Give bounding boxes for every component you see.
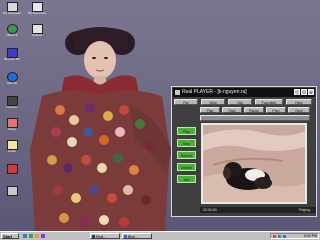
toolbar-button-view[interactable]: View (201, 99, 225, 105)
desktop-icon-setup[interactable]: Setup (3, 118, 21, 131)
tray-network-icon[interactable] (278, 235, 281, 238)
minimize-button[interactable]: _ (294, 89, 300, 95)
desktop-icon-label: Folder (7, 150, 17, 153)
task-window-icon (124, 235, 127, 238)
desktop-icon-internet[interactable]: Internet (3, 72, 21, 85)
player-app-icon (175, 90, 180, 95)
mail-icon (31, 24, 43, 34)
desktop-icon-folder[interactable]: Folder (3, 140, 21, 153)
status-text: Playing... (298, 208, 313, 212)
player-toolbar: File View Clip Favorites Help Play Stop … (174, 99, 314, 121)
desktop-icon-label: Outlook (31, 34, 43, 37)
video-display[interactable] (201, 123, 307, 204)
globe-icon (6, 72, 18, 82)
quicklaunch-channel-icon[interactable] (41, 234, 45, 238)
desktop-icon-network[interactable]: Network (3, 24, 21, 37)
desktop-icon-label: Network (6, 34, 18, 37)
document-icon (31, 2, 43, 12)
side-button-info[interactable]: Info (177, 175, 196, 183)
toolbar-button-pause[interactable]: Pause (244, 107, 264, 113)
side-button-volume[interactable]: Volume (177, 163, 196, 171)
player-status-bar: 00:00:00 Playing... (200, 207, 316, 213)
toolbar-button-clip[interactable]: Clip (228, 99, 252, 105)
player-icon (6, 186, 18, 196)
toolbar-button-play[interactable]: Play (200, 107, 220, 113)
quicklaunch-ie-icon[interactable] (23, 234, 27, 238)
toolbar-button-file[interactable]: File (174, 99, 198, 105)
browser-icon (6, 164, 18, 174)
desktop-icon-internet-2[interactable] (3, 164, 21, 174)
status-time: 00:00:00 (203, 208, 217, 212)
taskbar-task[interactable]: Blue... (122, 233, 152, 239)
close-button[interactable]: x (308, 89, 314, 95)
side-button-stop[interactable]: Stop (177, 139, 196, 147)
toolbar-button-help[interactable]: Help (286, 99, 312, 105)
folder-icon (6, 140, 18, 150)
setup-icon (6, 118, 18, 128)
seek-bar[interactable] (200, 115, 310, 121)
side-button-record[interactable]: Record (177, 151, 196, 159)
toolbar-button-prev[interactable]: Prev (266, 107, 286, 113)
task-label: Real... (96, 235, 107, 239)
player-titlebar[interactable]: Real PLAYER - [k-nguyen.ra] _ □ x (173, 88, 315, 97)
phone-icon (6, 96, 18, 106)
network-icon (6, 24, 18, 34)
task-label: Blue... (128, 235, 138, 239)
maximize-button[interactable]: □ (301, 89, 307, 95)
computer-icon (6, 2, 18, 12)
toolbar-button-stop[interactable]: Stop (222, 107, 242, 113)
desktop-icon-connect[interactable]: Connect (3, 96, 21, 109)
taskbar-clock[interactable]: 8:00 PM (304, 234, 317, 239)
desktop-icon-outlook[interactable]: Outlook (28, 24, 46, 37)
system-tray: 8:00 PM (270, 233, 319, 239)
tray-player-icon[interactable] (283, 235, 286, 238)
desktop-icon-label: My Documents (28, 12, 46, 15)
desktop-icon-label: Internet (6, 82, 18, 85)
desktop-icon-label: Recycle Bin (4, 58, 20, 61)
player-title: Real PLAYER - [k-nguyen.ra] (182, 89, 247, 95)
taskbar: Start Real... Blue... 8:00 PM (0, 231, 320, 240)
start-button[interactable]: Start (1, 233, 19, 239)
side-button-play[interactable]: Play (177, 127, 196, 135)
desktop-icon-my-computer[interactable]: My Computer (3, 2, 21, 15)
task-player-icon (92, 235, 95, 238)
toolbar-button-next[interactable]: Next (288, 107, 310, 113)
desktop-icon-label: Connect (6, 106, 18, 109)
recycle-bin-icon (6, 48, 18, 58)
taskbar-task[interactable]: Real... (90, 233, 120, 239)
quicklaunch-desktop-icon[interactable] (29, 234, 33, 238)
desktop-icon-player[interactable] (3, 186, 21, 196)
desktop-icon-my-documents[interactable]: My Documents (28, 2, 46, 15)
desktop-icon-recycle-bin[interactable]: Recycle Bin (3, 48, 21, 61)
player-window[interactable]: Real PLAYER - [k-nguyen.ra] _ □ x File V… (171, 86, 317, 217)
desktop-icon-label: Setup (8, 128, 16, 131)
tray-speaker-icon[interactable] (273, 235, 276, 238)
video-frame (203, 125, 305, 202)
desktop: My Computer My Documents Network Outlook… (0, 0, 320, 240)
quicklaunch-mail-icon[interactable] (35, 234, 39, 238)
desktop-icon-label: My Computer (3, 12, 21, 15)
toolbar-button-favorites[interactable]: Favorites (255, 99, 283, 105)
